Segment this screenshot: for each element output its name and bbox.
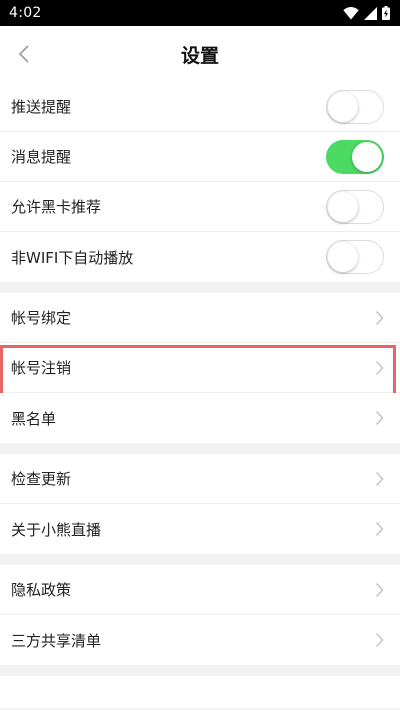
page-title: 设置 bbox=[180, 44, 219, 67]
toggle-knob bbox=[328, 191, 358, 222]
chevron-left-icon bbox=[18, 45, 29, 63]
back-button[interactable] bbox=[10, 40, 38, 68]
setting-label: 黑名单 bbox=[11, 409, 57, 428]
toggle-knob bbox=[328, 242, 358, 272]
setting-row-autoplay-non-wifi: 非WIFI下自动播放 bbox=[0, 232, 400, 282]
setting-row-message-reminder: 消息提醒 bbox=[0, 132, 400, 182]
setting-label: 允许黑卡推荐 bbox=[11, 198, 102, 216]
setting-label: 推送提醒 bbox=[11, 98, 72, 116]
header: 设置 bbox=[0, 26, 400, 82]
chevron-right-icon bbox=[375, 632, 384, 648]
toggle-knob bbox=[352, 141, 382, 172]
privacy-group: 隐私政策 三方共享清单 bbox=[0, 565, 400, 665]
toggle-knob bbox=[328, 91, 358, 122]
setting-row-allow-black-card: 允许黑卡推荐 bbox=[0, 182, 400, 232]
group-divider bbox=[0, 443, 400, 454]
allow-black-card-toggle[interactable] bbox=[326, 189, 384, 224]
push-reminder-toggle[interactable] bbox=[326, 89, 384, 124]
setting-row-push-reminder: 推送提醒 bbox=[0, 82, 400, 132]
chevron-right-icon bbox=[375, 521, 384, 537]
chevron-right-icon bbox=[375, 471, 384, 486]
blacklist-item[interactable]: 黑名单 bbox=[0, 393, 400, 443]
setting-label: 隐私政策 bbox=[11, 581, 72, 599]
notification-settings-group: 推送提醒 消息提醒 允许黑卡推荐 非WIFI下自动播放 bbox=[0, 82, 400, 282]
battery-charging-icon bbox=[382, 6, 390, 20]
account-cancellation-item[interactable]: 帐号注销 bbox=[0, 343, 400, 398]
chevron-right-icon bbox=[375, 410, 384, 426]
setting-label: 帐号绑定 bbox=[11, 309, 72, 327]
third-party-sharing-item[interactable]: 三方共享清单 bbox=[0, 615, 400, 665]
about-app-item[interactable]: 关于小熊直播 bbox=[0, 504, 400, 554]
group-divider bbox=[0, 554, 400, 565]
account-settings-group: 帐号绑定 帐号注销 黑名单 bbox=[0, 293, 400, 443]
status-time: 4:02 bbox=[9, 5, 42, 21]
message-reminder-toggle[interactable] bbox=[326, 139, 384, 174]
setting-label: 三方共享清单 bbox=[11, 631, 102, 650]
status-icons bbox=[343, 6, 390, 20]
setting-label: 帐号注销 bbox=[11, 359, 72, 377]
chevron-right-icon bbox=[375, 582, 384, 597]
app-info-group: 检查更新 关于小熊直播 bbox=[0, 454, 400, 554]
setting-label: 非WIFI下自动播放 bbox=[11, 248, 134, 267]
autoplay-non-wifi-toggle[interactable] bbox=[326, 240, 384, 274]
setting-label: 检查更新 bbox=[11, 470, 72, 488]
setting-label: 关于小熊直播 bbox=[11, 520, 102, 539]
check-update-item[interactable]: 检查更新 bbox=[0, 454, 400, 504]
wifi-icon bbox=[343, 6, 359, 19]
status-bar: 4:02 bbox=[0, 0, 400, 26]
chevron-right-icon bbox=[375, 310, 384, 325]
group-divider bbox=[0, 282, 400, 293]
setting-label: 消息提醒 bbox=[11, 148, 72, 166]
cellular-signal-icon bbox=[364, 6, 377, 20]
privacy-policy-item[interactable]: 隐私政策 bbox=[0, 565, 400, 615]
next-group-partial bbox=[0, 676, 400, 708]
account-binding-item[interactable]: 帐号绑定 bbox=[0, 293, 400, 343]
chevron-right-icon bbox=[375, 360, 384, 375]
